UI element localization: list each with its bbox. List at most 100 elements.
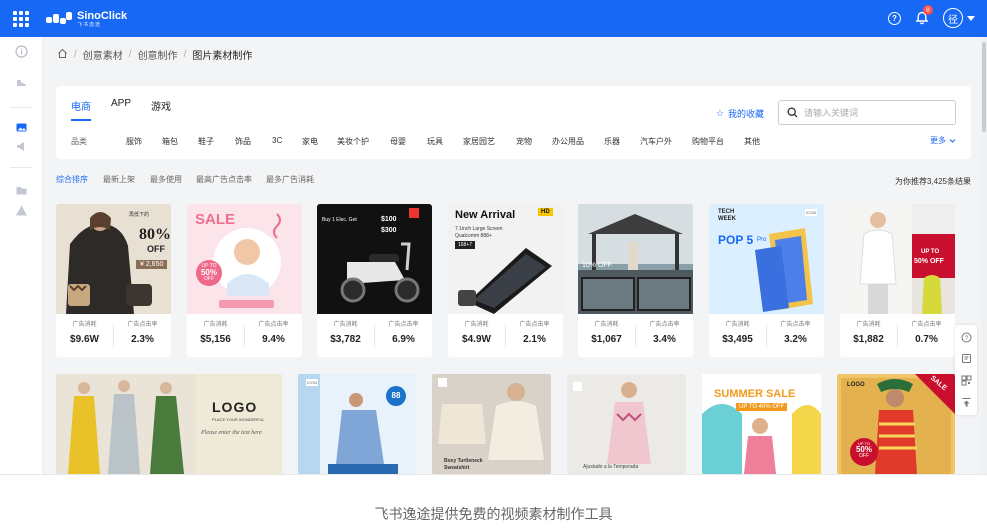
breadcrumb-item[interactable]: 创意制作 [138, 47, 178, 62]
shoe-icon[interactable] [15, 77, 28, 90]
category-label: 品类 [71, 137, 87, 146]
category-item[interactable]: 家电 [302, 136, 318, 147]
left-sidebar [0, 37, 43, 474]
category-item[interactable]: 家居园艺 [463, 136, 495, 147]
material-card[interactable]: LOGO SALE UP TO 50% OFF [837, 374, 955, 474]
stat-ctr-value: 6.9% [392, 334, 415, 345]
stat-spend-value: $5,156 [200, 334, 231, 345]
material-card[interactable]: 10% OFF 广告消耗 $1,067 广告点击率 3.4% [578, 204, 693, 357]
category-item[interactable]: 汽车户外 [640, 136, 672, 147]
material-card[interactable]: New Arrival HD 7.1inch Large Screen Qual… [448, 204, 563, 357]
material-thumbnail: UP TO 50% OFF [840, 204, 955, 314]
thumb-text: SALE [195, 211, 236, 228]
material-card[interactable]: Ajustado a la Temporada [567, 374, 686, 474]
stat-ctr-value: 3.4% [653, 334, 676, 345]
stat-spend-value: $1,067 [591, 334, 622, 345]
filter-panel: 电商 APP 游戏 ☆ 我的收藏 品类 服饰 箱包 鞋子 饰品 3C 家电 美妆… [56, 86, 971, 159]
notification-bell-icon[interactable]: 8 [915, 5, 933, 25]
star-icon: ☆ [715, 108, 724, 118]
help-circle-icon[interactable]: ? [960, 331, 972, 343]
sort-highest-ctr[interactable]: 最高广告点击率 [196, 174, 252, 185]
sort-comprehensive[interactable]: 综合排序 [56, 174, 88, 185]
material-thumbnail: SALE UP TO 50% OFF [187, 204, 302, 314]
more-categories-button[interactable]: 更多 [930, 135, 956, 146]
logo-mark-icon [46, 12, 72, 26]
search-box[interactable] [778, 100, 956, 125]
category-item[interactable]: 3C [272, 136, 282, 145]
material-card[interactable]: Boxy Turtleneck Sweatshirt [432, 374, 551, 474]
back-to-top-icon[interactable] [960, 396, 972, 408]
thumb-text: 再低下的 [129, 212, 150, 218]
category-item[interactable]: 饰品 [235, 136, 251, 147]
category-item[interactable]: 母婴 [390, 136, 406, 147]
category-item[interactable]: 服饰 [126, 136, 142, 147]
image-material-icon[interactable] [15, 121, 28, 134]
scrollbar-thumb[interactable] [982, 42, 986, 132]
sort-newest[interactable]: 最新上架 [103, 174, 135, 185]
search-input[interactable] [804, 107, 944, 118]
warning-icon[interactable] [15, 204, 28, 217]
qrcode-icon[interactable] [960, 374, 972, 386]
stat-label-spend: 广告消耗 [464, 322, 489, 328]
material-card[interactable]: 再低下的 80% OFF ¥ 2,650 广告消耗 $9.6W 广告点击率 2.3% [56, 204, 171, 357]
category-item[interactable]: 购物平台 [692, 136, 724, 147]
app-window: SinoClick 飞书逸途 ? 8 径 / 创意素材 / 创意制作 / 图片素… [0, 0, 987, 474]
thumb-text: 7.1inch Large Screen [455, 226, 503, 232]
megaphone-icon[interactable] [15, 140, 28, 153]
tab-game[interactable]: 游戏 [151, 98, 171, 121]
chevron-down-icon [949, 139, 956, 143]
thumb-text: New Arrival [455, 209, 516, 221]
tab-app[interactable]: APP [111, 98, 131, 121]
folder-icon[interactable] [15, 184, 28, 197]
material-card[interactable]: UP TO 50% OFF 广告消耗 $1,882 广告点击率 0.7% [840, 204, 955, 357]
brand-logo[interactable]: SinoClick 飞书逸途 [46, 10, 127, 28]
app-grid-icon[interactable] [13, 11, 29, 27]
material-card[interactable]: TECH WEEK POP 5 Pro ICON 广告消耗 $3,495 广告点击… [709, 204, 824, 357]
category-item[interactable]: 办公用品 [552, 136, 584, 147]
my-favorites-link[interactable]: ☆ 我的收藏 [716, 107, 764, 120]
card-stats: 广告消耗 $4.9W 广告点击率 2.1% [448, 319, 563, 357]
stat-label-ctr: 广告点击率 [519, 322, 550, 328]
material-card[interactable]: Buy 1 Elec. Get $100 $300 广告消耗 $3,782 广告点… [317, 204, 432, 357]
category-item[interactable]: 宠物 [516, 136, 532, 147]
help-icon[interactable]: ? [888, 11, 901, 25]
thumb-text: Ajustado a la Temporada [583, 464, 639, 470]
material-card[interactable]: LOGO PLACE YOUR WONDERFUL Please enter t… [56, 374, 282, 474]
category-item[interactable]: 箱包 [162, 136, 178, 147]
tab-ecommerce[interactable]: 电商 [71, 98, 91, 121]
thumb-text: WEEK [718, 216, 736, 222]
breadcrumb-item[interactable]: 创意素材 [83, 47, 123, 62]
stat-label-spend: 广告消耗 [333, 322, 358, 328]
category-item[interactable]: 美妆个护 [337, 136, 369, 147]
sort-most-used[interactable]: 最多使用 [150, 174, 182, 185]
stat-ctr-value: 2.3% [131, 334, 154, 345]
floating-toolbar: ? [955, 325, 977, 415]
card-stats: 广告消耗 $9.6W 广告点击率 2.3% [56, 319, 171, 357]
material-card[interactable]: SALE UP TO 50% OFF 广告消耗 $5,156 广告点击率 9.4% [187, 204, 302, 357]
stat-label-spend: 广告消耗 [725, 322, 750, 328]
category-item[interactable]: 鞋子 [198, 136, 214, 147]
discount-badge: UP TO 50% OFF [196, 260, 222, 286]
stat-label-spend: 广告消耗 [72, 322, 97, 328]
stat-ctr-value: 2.1% [523, 334, 546, 345]
sort-most-spend[interactable]: 最多广告消耗 [266, 174, 314, 185]
category-item[interactable]: 乐器 [604, 136, 620, 147]
feedback-icon[interactable] [960, 352, 972, 364]
home-icon[interactable] [57, 48, 68, 62]
info-icon[interactable] [15, 45, 28, 58]
thumb-text: 88 [386, 386, 406, 406]
thumb-text: UP TO 40% OFF [736, 403, 788, 411]
stat-label-ctr: 广告点击率 [127, 322, 158, 328]
user-avatar[interactable]: 径 [943, 8, 963, 28]
material-card[interactable]: ICON 88 [298, 374, 416, 474]
logo-subtitle: 飞书逸途 [77, 21, 102, 28]
material-card[interactable]: SUMMER SALE UP TO 40% OFF [702, 374, 821, 474]
stat-label-ctr: 广告点击率 [911, 322, 942, 328]
category-item[interactable]: 其他 [744, 136, 760, 147]
card-stats: 广告消耗 $1,067 广告点击率 3.4% [578, 319, 693, 357]
thumb-text: $300 [381, 227, 397, 234]
chevron-down-icon[interactable] [967, 15, 975, 21]
discount-badge: UP TO 50% OFF [850, 438, 878, 466]
stat-label-ctr: 广告点击率 [388, 322, 419, 328]
category-item[interactable]: 玩具 [427, 136, 443, 147]
